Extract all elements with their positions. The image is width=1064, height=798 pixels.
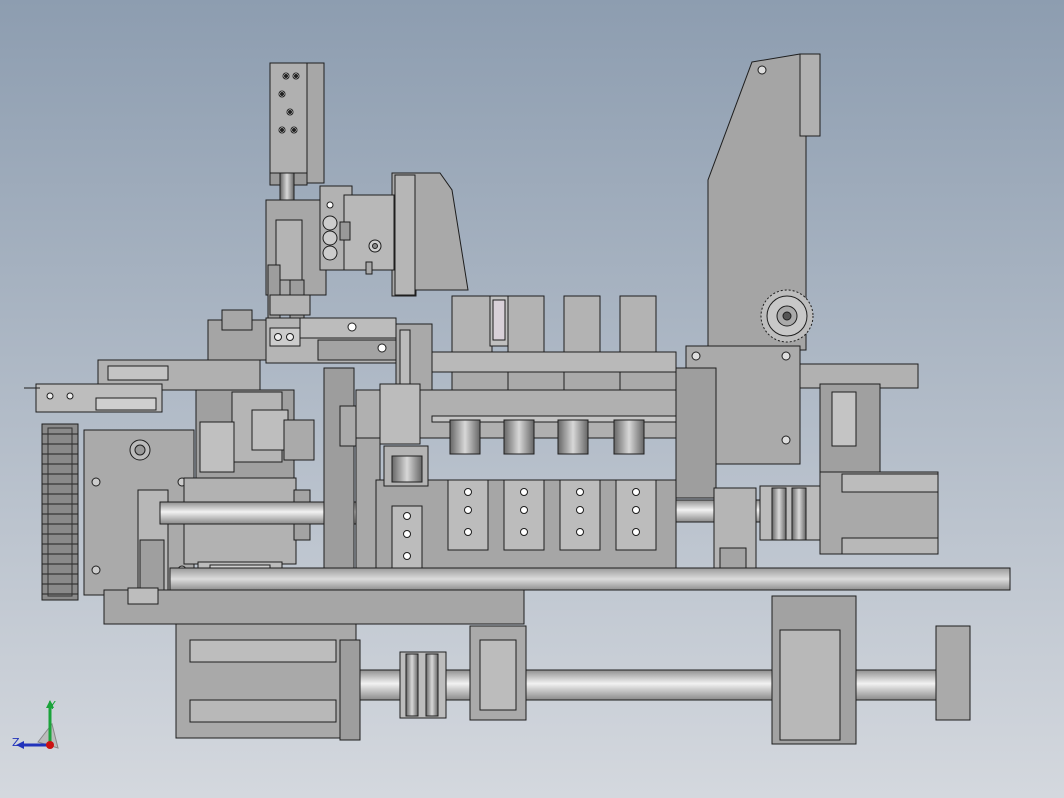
axis-y-label: Y [49,699,56,712]
axis-x-dot [46,741,54,749]
axis-triad [16,700,59,749]
cad-viewport[interactable]: Y Z [0,0,1064,798]
axis-z-label: Z [12,736,20,749]
